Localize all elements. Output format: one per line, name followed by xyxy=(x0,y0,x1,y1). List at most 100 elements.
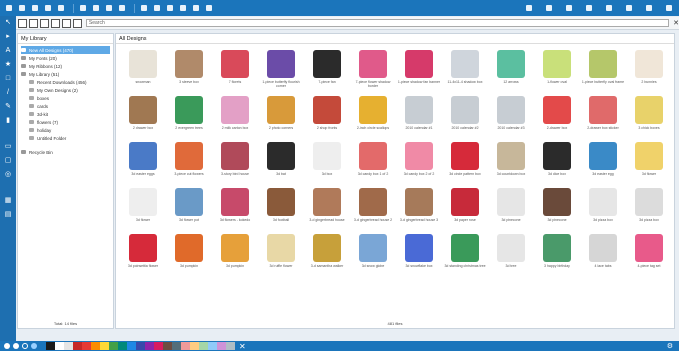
design-tile[interactable]: 4-piece tag set xyxy=(626,231,672,277)
library-tree-item[interactable]: Untitled Folder xyxy=(21,134,110,142)
settings-icon[interactable]: ◎ xyxy=(4,171,12,179)
library-tree-item[interactable]: 3d-kit xyxy=(21,110,110,118)
color-swatch[interactable] xyxy=(82,342,91,350)
design-tile[interactable]: 3 chick boxes xyxy=(626,93,672,139)
design-tile[interactable]: 3d flower xyxy=(120,185,166,231)
design-tile[interactable]: 3d countdown box xyxy=(488,139,534,185)
color-swatch[interactable] xyxy=(46,342,55,350)
library-tree-item[interactable]: My Own Designs (2) xyxy=(21,86,110,94)
rectangle-tool-icon[interactable]: □ xyxy=(4,75,12,83)
color-swatch[interactable] xyxy=(91,342,100,350)
user-icon[interactable] xyxy=(72,18,82,28)
pencil-tool-icon[interactable]: ✎ xyxy=(4,103,12,111)
color-swatch[interactable] xyxy=(163,342,172,350)
crop-icon[interactable] xyxy=(584,3,593,12)
new-folder-icon[interactable] xyxy=(50,18,60,28)
library-tree-item[interactable]: holiday xyxy=(21,126,110,134)
design-store-icon[interactable]: ▭ xyxy=(4,143,12,151)
lines-icon[interactable] xyxy=(524,3,533,12)
design-tile[interactable]: 2-drawer box xyxy=(534,93,580,139)
design-tile[interactable]: 7-piece flower shadow border xyxy=(350,47,396,93)
library-icon[interactable] xyxy=(43,4,52,13)
design-tile[interactable]: snowman xyxy=(120,47,166,93)
color-swatch[interactable] xyxy=(64,342,73,350)
design-tile[interactable]: 3 sleeve box xyxy=(166,47,212,93)
design-tile[interactable]: 3d box xyxy=(304,139,350,185)
design-tile[interactable]: 1-piece butterfly flourish corner xyxy=(258,47,304,93)
design-tile[interactable]: 2 shop fronts xyxy=(304,93,350,139)
zoom-in-icon[interactable] xyxy=(139,4,148,13)
line-tool-icon[interactable]: / xyxy=(4,89,12,97)
design-tile[interactable]: 2-inch circle scallops xyxy=(350,93,396,139)
color-swatch[interactable] xyxy=(118,342,127,350)
design-tile[interactable]: 12 arrows xyxy=(488,47,534,93)
copy-icon[interactable] xyxy=(91,4,100,13)
print-icon[interactable] xyxy=(56,4,65,13)
design-tile[interactable]: 3d snowflake box xyxy=(396,231,442,277)
design-tile[interactable]: 3d candy box 1 of 2 xyxy=(350,139,396,185)
edit-points-icon[interactable]: ▸ xyxy=(4,33,12,41)
star-tool-icon[interactable]: ★ xyxy=(4,61,12,69)
zoom-page-icon[interactable] xyxy=(191,4,200,13)
design-tile[interactable]: 2010 calendar #3 xyxy=(488,93,534,139)
design-tile[interactable]: 3d flowers - kokedo xyxy=(212,185,258,231)
design-tile[interactable]: 1-piece shadow fan banner xyxy=(396,47,442,93)
panel-settings-icon[interactable]: ⚙ xyxy=(667,342,673,350)
design-tile[interactable]: 3d easter eggs xyxy=(120,139,166,185)
design-tile[interactable]: 3 happy birthday xyxy=(534,231,580,277)
design-tile[interactable]: 2 bunnies xyxy=(626,47,672,93)
design-tile[interactable]: 3d pizza box xyxy=(580,185,626,231)
design-tile[interactable]: 3d standing christmas tree xyxy=(442,231,488,277)
delete-icon[interactable] xyxy=(61,18,71,28)
design-tile[interactable]: 3d candy box 2 of 2 xyxy=(396,139,442,185)
color-swatch[interactable] xyxy=(100,342,109,350)
cutter-icon[interactable] xyxy=(664,3,673,12)
library-tree-item[interactable]: flowers (7) xyxy=(21,118,110,126)
design-tile[interactable]: 1-flower oval xyxy=(534,47,580,93)
library-panel-icon[interactable]: ▢ xyxy=(4,157,12,165)
design-tile[interactable]: 3d bat xyxy=(258,139,304,185)
panel-view-icon[interactable]: ▤ xyxy=(4,211,12,219)
pen-icon[interactable] xyxy=(564,3,573,12)
design-tile[interactable]: 3-d gingerbread house 3 xyxy=(396,185,442,231)
design-tile[interactable]: 3d dice box xyxy=(534,139,580,185)
text-tool-icon[interactable]: A xyxy=(4,47,12,55)
undo-icon[interactable] xyxy=(117,4,126,13)
color-swatch[interactable] xyxy=(145,342,154,350)
design-tile[interactable]: 4 lace tabs xyxy=(580,231,626,277)
design-tile[interactable]: 3d pinecone xyxy=(488,185,534,231)
design-tile[interactable]: 3d flower xyxy=(626,139,672,185)
color-swatch[interactable] xyxy=(199,342,208,350)
color-swatch[interactable] xyxy=(73,342,82,350)
open-folder-icon[interactable] xyxy=(17,4,26,13)
library-tree-item[interactable]: boxes xyxy=(21,94,110,102)
design-tile[interactable]: 3-d samantha walker xyxy=(304,231,350,277)
design-tile[interactable]: 11-4x11-4 shadow box xyxy=(442,47,488,93)
zoom-select-icon[interactable] xyxy=(178,4,187,13)
design-tile[interactable]: 3d snow globe xyxy=(350,231,396,277)
color-swatch[interactable] xyxy=(172,342,181,350)
grid-view-icon[interactable]: ▦ xyxy=(4,197,12,205)
color-swatch[interactable] xyxy=(154,342,163,350)
design-tile[interactable]: 1-piece butterfly oval frame xyxy=(580,47,626,93)
design-tile[interactable]: 3-d gingerbread house 2 xyxy=(350,185,396,231)
color-swatch[interactable] xyxy=(109,342,118,350)
design-tile[interactable]: 7-piece fan xyxy=(304,47,350,93)
color-swatch[interactable] xyxy=(208,342,217,350)
selected-color-swatch[interactable] xyxy=(31,343,37,349)
zoom-out-icon[interactable] xyxy=(152,4,161,13)
design-tile[interactable]: 2010 calendar #1 xyxy=(396,93,442,139)
design-tile[interactable]: 3-story bird house xyxy=(212,139,258,185)
color-swatch[interactable] xyxy=(226,342,235,350)
clear-color-icon[interactable]: ✕ xyxy=(239,342,246,351)
recycle-bin[interactable]: Recycle Bin xyxy=(21,148,110,156)
line-swatch[interactable] xyxy=(13,343,19,349)
view-list-icon[interactable] xyxy=(18,18,27,28)
color-swatch[interactable] xyxy=(127,342,136,350)
color-swatch[interactable] xyxy=(217,342,226,350)
fill-swatch[interactable] xyxy=(4,343,10,349)
color-swatch[interactable] xyxy=(181,342,190,350)
send-icon[interactable] xyxy=(624,3,633,12)
design-tile[interactable]: 2010 calendar #2 xyxy=(442,93,488,139)
design-tile[interactable]: 3d ruffle flower xyxy=(258,231,304,277)
